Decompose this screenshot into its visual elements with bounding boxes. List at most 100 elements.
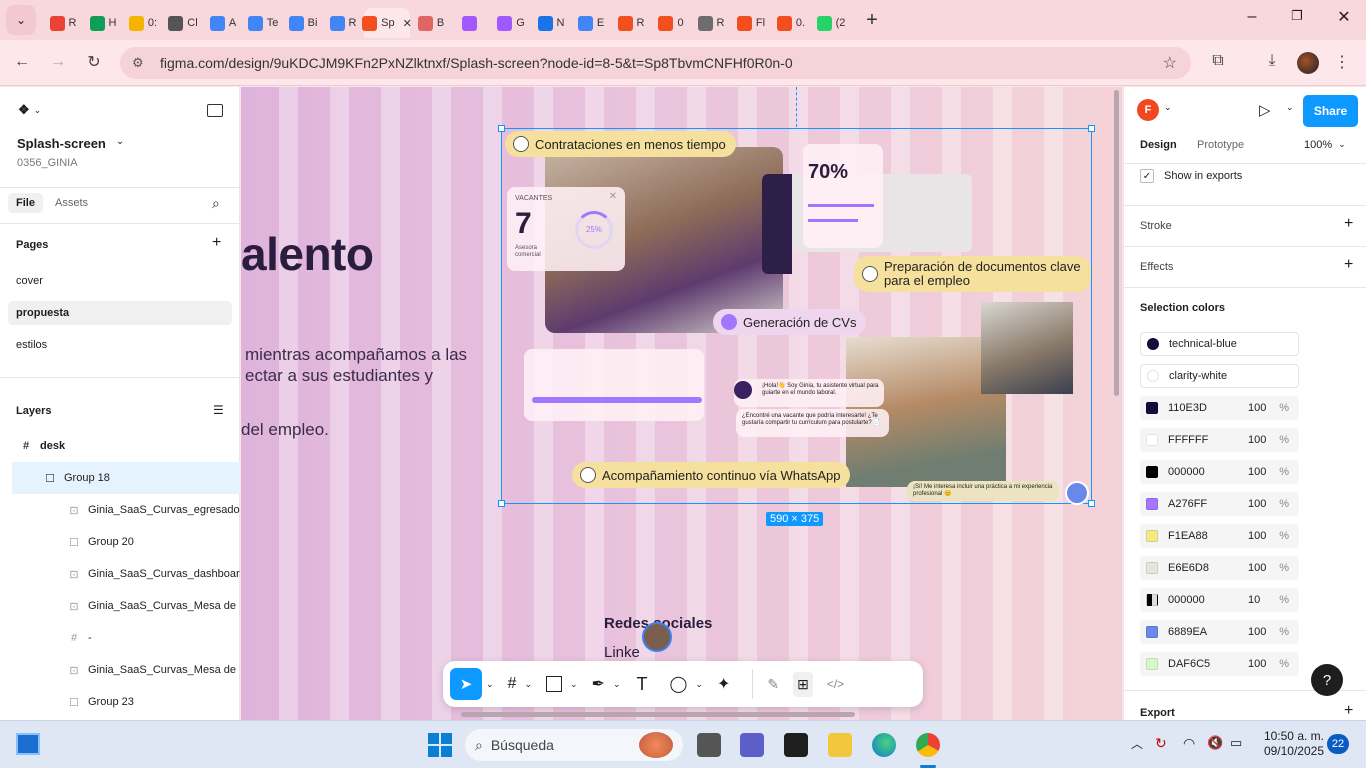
forward-icon[interactable]: →	[46, 53, 70, 71]
resize-handle-bl[interactable]	[498, 500, 505, 507]
text-tool-icon[interactable]: T	[637, 674, 648, 695]
rectangle-tool-icon[interactable]	[546, 676, 562, 692]
chevron-down-icon[interactable]: ⌄	[1164, 102, 1172, 113]
page-item-estilos[interactable]: estilos	[8, 333, 232, 357]
browser-tab[interactable]: B	[412, 8, 450, 38]
color-opacity[interactable]: 100	[1248, 658, 1266, 670]
selection-color-row[interactable]: DAF6C5 100%	[1140, 652, 1299, 676]
present-play-icon[interactable]: ▷	[1259, 101, 1271, 119]
browser-tab[interactable]: 0.	[772, 8, 810, 38]
selection-color-row[interactable]: 6889EA 100%	[1140, 620, 1299, 644]
add-stroke-icon[interactable]: +	[1344, 215, 1353, 233]
windows-start-icon[interactable]	[428, 733, 452, 757]
volume-muted-icon[interactable]: 🔇	[1207, 735, 1223, 751]
selection-color-row[interactable]: F1EA88 100%	[1140, 524, 1299, 548]
page-item-cover[interactable]: cover	[8, 269, 232, 293]
resize-handle-tl[interactable]	[498, 125, 505, 132]
layer-row[interactable]: ⊡ Ginia_SaaS_Curvas_Mesa de	[12, 590, 240, 622]
tab-file[interactable]: File	[8, 193, 43, 213]
browser-tab[interactable]: E	[572, 8, 610, 38]
reload-icon[interactable]: ↻	[82, 52, 106, 72]
layer-row[interactable]: ⊡ Ginia_SaaS_Curvas_egresado	[12, 494, 240, 526]
chevron-up-icon[interactable]: ︿	[1131, 735, 1143, 752]
move-tool-button[interactable]: ➤	[450, 668, 482, 700]
menu-icon[interactable]: ⋮	[1330, 52, 1354, 72]
pen-tool-icon[interactable]: ✒	[592, 674, 605, 694]
wifi-icon[interactable]: ◠	[1183, 735, 1195, 752]
close-tab-icon[interactable]: ✕	[403, 17, 412, 30]
code-icon[interactable]: </>	[827, 677, 844, 691]
frame-tool-icon[interactable]: #	[508, 675, 517, 693]
new-tab-button[interactable]: +	[858, 9, 886, 32]
battery-icon[interactable]: ▭	[1230, 735, 1242, 751]
sync-alert-icon[interactable]: ↻	[1155, 735, 1167, 752]
toggle-sidebar-icon[interactable]	[207, 104, 223, 117]
chevron-down-icon[interactable]: ⌄	[570, 679, 578, 690]
layer-row[interactable]: ⊡ Ginia_SaaS_Curvas_dashboar	[12, 558, 240, 590]
color-opacity[interactable]: 100	[1248, 626, 1266, 638]
color-style-row[interactable]: technical-blue	[1140, 332, 1299, 356]
resize-handle-br[interactable]	[1088, 500, 1095, 507]
layer-row[interactable]: ☐ Group 20	[12, 526, 240, 558]
share-button[interactable]: Share	[1303, 95, 1358, 127]
browser-tab[interactable]: R	[44, 8, 82, 38]
selected-group[interactable]: 70% VACANTES 7 Asesora comercial 25% ✕ ¡…	[498, 125, 1095, 507]
figma-app-icon[interactable]	[784, 733, 808, 757]
color-style-row[interactable]: clarity-white	[1140, 364, 1299, 388]
color-opacity[interactable]: 100	[1248, 498, 1266, 510]
browser-tab[interactable]: G	[492, 8, 530, 38]
layers-list-icon[interactable]: ☰	[213, 403, 224, 417]
tab-design[interactable]: Design	[1132, 139, 1185, 155]
color-opacity[interactable]: 100	[1248, 562, 1266, 574]
layer-row[interactable]: ⊡ Ginia_SaaS_Curvas_Mesa de	[12, 654, 240, 686]
folder-icon[interactable]	[828, 733, 852, 757]
page-item-propuesta[interactable]: propuesta	[8, 301, 232, 325]
notification-badge[interactable]: 22	[1327, 734, 1349, 754]
color-opacity[interactable]: 100	[1248, 402, 1266, 414]
browser-tab[interactable]: Cl	[164, 8, 202, 38]
taskbar-search[interactable]: ⌕ Búsqueda	[465, 729, 683, 761]
clock[interactable]: 10:50 a. m. 09/10/2025	[1262, 729, 1324, 759]
selection-color-row[interactable]: 000000 10%	[1140, 588, 1299, 612]
search-icon[interactable]: ⌕	[212, 195, 220, 212]
color-opacity[interactable]: 100	[1248, 434, 1266, 446]
browser-tab[interactable]: H	[84, 8, 122, 38]
chrome-icon[interactable]	[916, 733, 940, 757]
add-effect-icon[interactable]: +	[1344, 256, 1353, 274]
file-explorer-tray-icon[interactable]	[697, 733, 721, 757]
actions-sparkle-icon[interactable]: ✦	[717, 674, 730, 694]
browser-tab[interactable]: (2	[812, 8, 850, 38]
minimize-button[interactable]: –	[1240, 8, 1264, 26]
browser-tab[interactable]: 0:	[124, 8, 162, 38]
back-icon[interactable]: ←	[10, 53, 34, 71]
site-info-icon[interactable]: ⚙	[132, 55, 144, 71]
widgets-icon[interactable]	[16, 733, 40, 755]
browser-tab[interactable]: A	[204, 8, 242, 38]
browser-tab[interactable]: Bi	[284, 8, 322, 38]
browser-tab[interactable]: N	[532, 8, 570, 38]
vertical-scrollbar[interactable]	[1114, 90, 1119, 396]
color-opacity[interactable]: 10	[1248, 594, 1260, 606]
zoom-level[interactable]: 100% ⌄	[1304, 139, 1346, 151]
chevron-down-icon[interactable]: ⌄	[1286, 102, 1294, 113]
chevron-down-icon[interactable]: ⌄	[695, 679, 703, 690]
tab-prototype[interactable]: Prototype	[1197, 139, 1244, 151]
horizontal-scrollbar[interactable]	[461, 712, 855, 717]
selection-color-row[interactable]: FFFFFF 100%	[1140, 428, 1299, 452]
chevron-down-icon[interactable]: ⌄	[613, 679, 621, 690]
layer-row[interactable]: # desk	[12, 430, 240, 462]
bookmark-star-icon[interactable]: ☆	[1163, 53, 1177, 73]
color-opacity[interactable]: 100	[1248, 530, 1266, 542]
checkbox-checked-icon[interactable]: ✓	[1140, 169, 1154, 183]
add-export-icon[interactable]: +	[1344, 702, 1353, 720]
browser-tab[interactable]: R	[692, 8, 730, 38]
browser-tab[interactable]: R	[612, 8, 650, 38]
browser-tab[interactable]: 0	[652, 8, 690, 38]
extensions-icon[interactable]: ⧉	[1206, 52, 1230, 70]
tab-assets[interactable]: Assets	[55, 197, 88, 209]
restore-button[interactable]: ❐	[1285, 8, 1309, 24]
layer-row[interactable]: ☐ Group 23	[12, 686, 240, 718]
browser-tab[interactable]: R	[324, 8, 362, 38]
profile-avatar[interactable]	[1297, 52, 1319, 74]
layer-row[interactable]: # -	[12, 622, 240, 654]
